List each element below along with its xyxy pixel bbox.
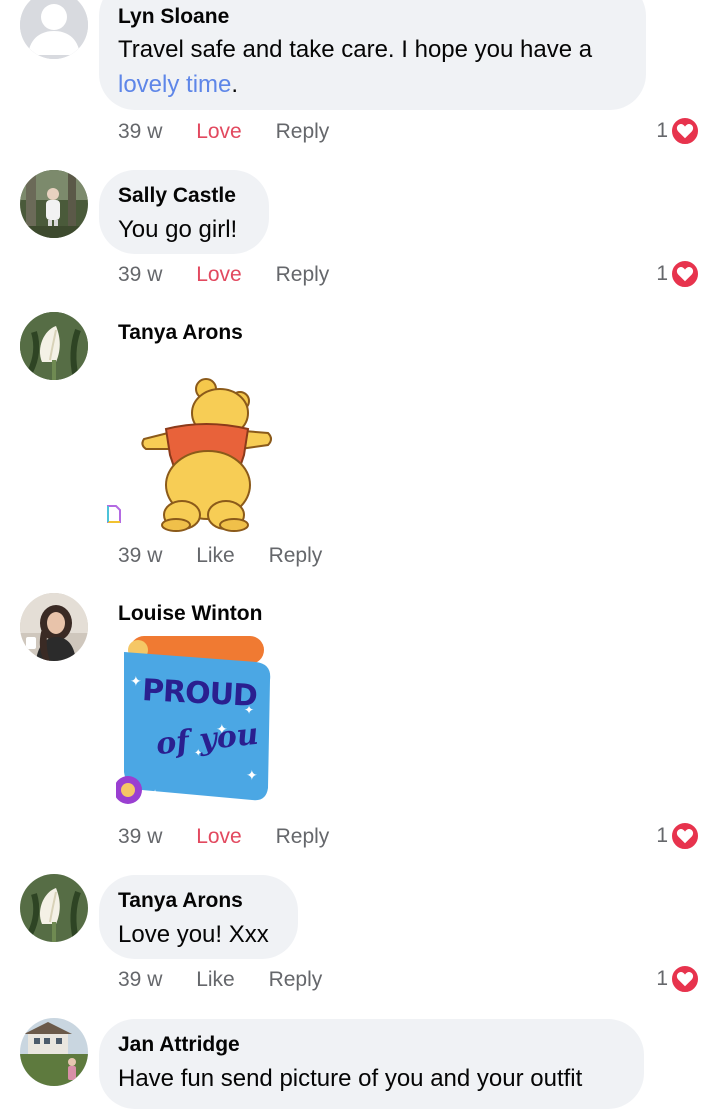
heart-icon xyxy=(670,116,700,146)
avatar[interactable] xyxy=(20,312,88,380)
sticker-badge-icon xyxy=(106,505,122,523)
comment-actions: 39 w Like Reply xyxy=(118,968,322,992)
heart-icon xyxy=(670,259,700,289)
heart-icon xyxy=(670,821,700,851)
reaction-count: 1 xyxy=(656,824,668,847)
comment-actions: 39 w Like Reply xyxy=(118,544,322,568)
reply-button[interactable]: Reply xyxy=(269,968,323,992)
comment-text: Have fun send picture of you and your ou… xyxy=(118,1065,583,1092)
svg-text:✦: ✦ xyxy=(150,787,160,801)
default-avatar-icon xyxy=(20,0,88,59)
reaction-count: 1 xyxy=(656,262,668,285)
comment-text-body: Travel safe and take care. I hope you ha… xyxy=(118,36,593,63)
comment-link[interactable]: lovely time xyxy=(118,71,231,98)
reaction-count: 1 xyxy=(656,967,668,990)
reply-button[interactable]: Reply xyxy=(269,544,323,568)
avatar[interactable] xyxy=(20,170,88,238)
comment-text: Travel safe and take care. I hope you ha… xyxy=(118,32,638,102)
timestamp[interactable]: 39 w xyxy=(118,544,162,568)
reaction-summary[interactable]: 1 xyxy=(656,821,700,851)
reply-button[interactable]: Reply xyxy=(276,263,330,287)
winnie-the-pooh-sticker[interactable] xyxy=(140,375,276,535)
sticker-text-proud: PROUD xyxy=(141,673,258,714)
avatar[interactable] xyxy=(20,1018,88,1086)
like-button[interactable]: Like xyxy=(196,544,235,568)
avatar[interactable] xyxy=(20,593,88,661)
reply-button[interactable]: Reply xyxy=(276,120,330,144)
comment-author[interactable]: Jan Attridge xyxy=(118,1033,240,1057)
comment-actions: 39 w Love Reply xyxy=(118,825,329,849)
timestamp[interactable]: 39 w xyxy=(118,120,162,144)
pooh-bear-icon xyxy=(141,378,272,532)
reaction-summary[interactable]: 1 xyxy=(656,259,700,289)
house-photo-icon xyxy=(20,1018,88,1086)
reaction-summary[interactable]: 1 xyxy=(656,116,700,146)
proud-of-you-sticker[interactable]: ✦ ✦ ✦ ✦ ✦ ✦ PROUD of you xyxy=(114,632,276,812)
comment-author[interactable]: Louise Winton xyxy=(118,602,262,626)
reaction-count: 1 xyxy=(656,119,668,142)
comment-text: You go girl! xyxy=(118,216,238,243)
timestamp[interactable]: 39 w xyxy=(118,825,162,849)
comment-author[interactable]: Tanya Arons xyxy=(118,889,243,913)
love-button[interactable]: Love xyxy=(196,120,242,144)
avatar[interactable] xyxy=(20,874,88,942)
comment-author[interactable]: Sally Castle xyxy=(118,184,236,208)
svg-text:✦: ✦ xyxy=(246,768,258,784)
comment-actions: 39 w Love Reply xyxy=(118,120,329,144)
profile-photo-icon xyxy=(20,593,88,661)
love-button[interactable]: Love xyxy=(196,825,242,849)
heart-icon xyxy=(670,964,700,994)
reaction-summary[interactable]: 1 xyxy=(656,964,700,994)
svg-text:✦: ✦ xyxy=(130,674,142,690)
timestamp[interactable]: 39 w xyxy=(118,263,162,287)
profile-photo-icon xyxy=(20,170,88,238)
like-button[interactable]: Like xyxy=(196,968,235,992)
timestamp[interactable]: 39 w xyxy=(118,968,162,992)
comment-actions: 39 w Love Reply xyxy=(118,263,329,287)
comment-text: Love you! Xxx xyxy=(118,921,269,948)
calla-lily-photo-icon xyxy=(20,312,88,380)
calla-lily-photo-icon xyxy=(20,874,88,942)
love-button[interactable]: Love xyxy=(196,263,242,287)
reply-button[interactable]: Reply xyxy=(276,825,330,849)
comment-text-suffix: . xyxy=(231,71,239,98)
comment-author[interactable]: Tanya Arons xyxy=(118,321,243,345)
comment-author[interactable]: Lyn Sloane xyxy=(118,5,229,29)
avatar[interactable] xyxy=(20,0,88,59)
